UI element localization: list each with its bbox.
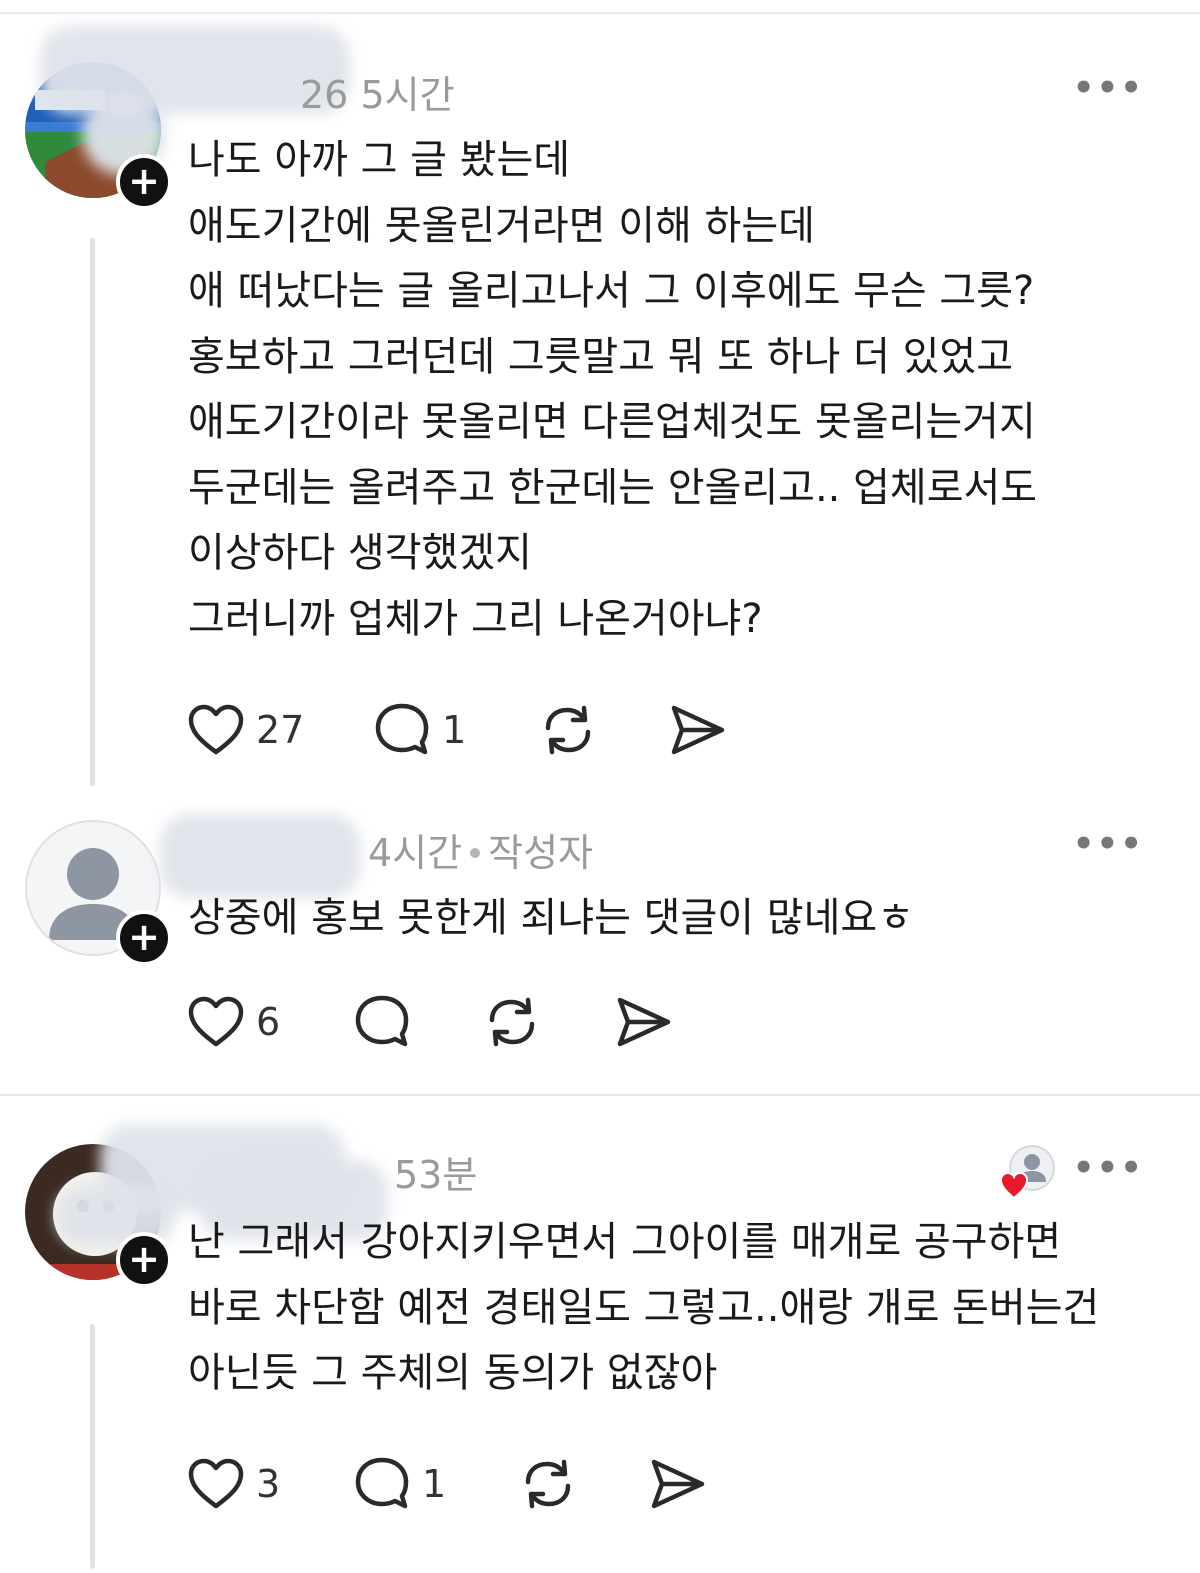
send-icon [671, 705, 725, 755]
comment-3: + 53분 ••• 난 그래서 강아지키우면서 그아이를 매개로 공구하면 바로… [0, 1096, 1200, 1573]
timestamp: 53분 [394, 1153, 478, 1197]
more-options-icon[interactable]: ••• [1073, 824, 1144, 864]
send-icon [617, 997, 671, 1047]
reply-button[interactable] [354, 990, 410, 1054]
liked-by-author-avatar [999, 1144, 1058, 1202]
follow-button[interactable]: + [116, 910, 172, 966]
repost-button[interactable] [484, 990, 540, 1054]
send-icon [651, 1459, 705, 1509]
comment-text: 상중에 홍보 못한게 죄냐는 댓글이 많네요ㅎ [188, 895, 914, 941]
more-options-icon[interactable]: ••• [1073, 1148, 1144, 1188]
like-button[interactable]: 27 [188, 698, 304, 762]
like-count: 27 [256, 708, 305, 752]
share-button[interactable] [616, 990, 672, 1054]
author-badge: 작성자 [488, 831, 593, 875]
heart-icon [188, 1458, 244, 1509]
comment-meta: 4시간 작성자 [368, 822, 593, 877]
timestamp: 4시간 [368, 831, 463, 875]
like-button[interactable]: 6 [188, 990, 280, 1054]
comment-text: 나도 아까 그 글 봤는데 애도기간에 못올린거라면 이해 하는데 애 떠났다는… [188, 137, 1038, 642]
reply-count: 1 [442, 708, 467, 752]
more-options-icon[interactable]: ••• [1073, 68, 1144, 108]
repost-icon [525, 1459, 571, 1509]
like-count: 3 [256, 1462, 281, 1506]
reply-button[interactable]: 1 [354, 1452, 446, 1516]
like-button[interactable]: 3 [188, 1452, 280, 1516]
like-count: 6 [256, 1000, 281, 1044]
comment-1: + 26 5시간 ••• 나도 아까 그 글 봤는데 애도기간에 못올린거라면 … [0, 0, 1200, 790]
action-bar: 3 1 [188, 1452, 748, 1516]
action-bar: 6 [188, 990, 748, 1054]
thread-line [90, 238, 95, 786]
comment-meta: 53분 [394, 1144, 477, 1199]
separator-dot [470, 847, 481, 858]
repost-icon [545, 705, 591, 755]
comment-text: 난 그래서 강아지키우면서 그아이를 매개로 공구하면 바로 차단함 예전 경태… [188, 1219, 1100, 1396]
thread-line [90, 1324, 95, 1569]
share-button[interactable] [650, 1452, 706, 1516]
heart-icon [188, 996, 244, 1047]
heart-icon [188, 704, 244, 755]
timestamp: 5시간 [360, 73, 455, 117]
heart-badge-icon [999, 1171, 1029, 1200]
share-button[interactable] [670, 698, 726, 762]
comment-bubble-icon [355, 995, 409, 1047]
comment-bubble-icon [355, 1457, 409, 1509]
comment-2: + 4시간 작성자 ••• 상중에 홍보 못한게 죄냐는 댓글이 많네요ㅎ 6 [0, 790, 1200, 1090]
repost-button[interactable] [520, 1452, 576, 1516]
action-bar: 27 1 [188, 698, 788, 762]
repost-button[interactable] [540, 698, 596, 762]
follow-button[interactable]: + [116, 1232, 172, 1288]
reply-button[interactable]: 1 [374, 698, 466, 762]
reply-count: 1 [422, 1462, 447, 1506]
follow-button[interactable]: + [116, 154, 172, 210]
comment-bubble-icon [375, 703, 429, 755]
repost-icon [489, 997, 535, 1047]
comment-meta: 26 5시간 [300, 64, 455, 119]
username[interactable]: 26 [300, 73, 348, 117]
